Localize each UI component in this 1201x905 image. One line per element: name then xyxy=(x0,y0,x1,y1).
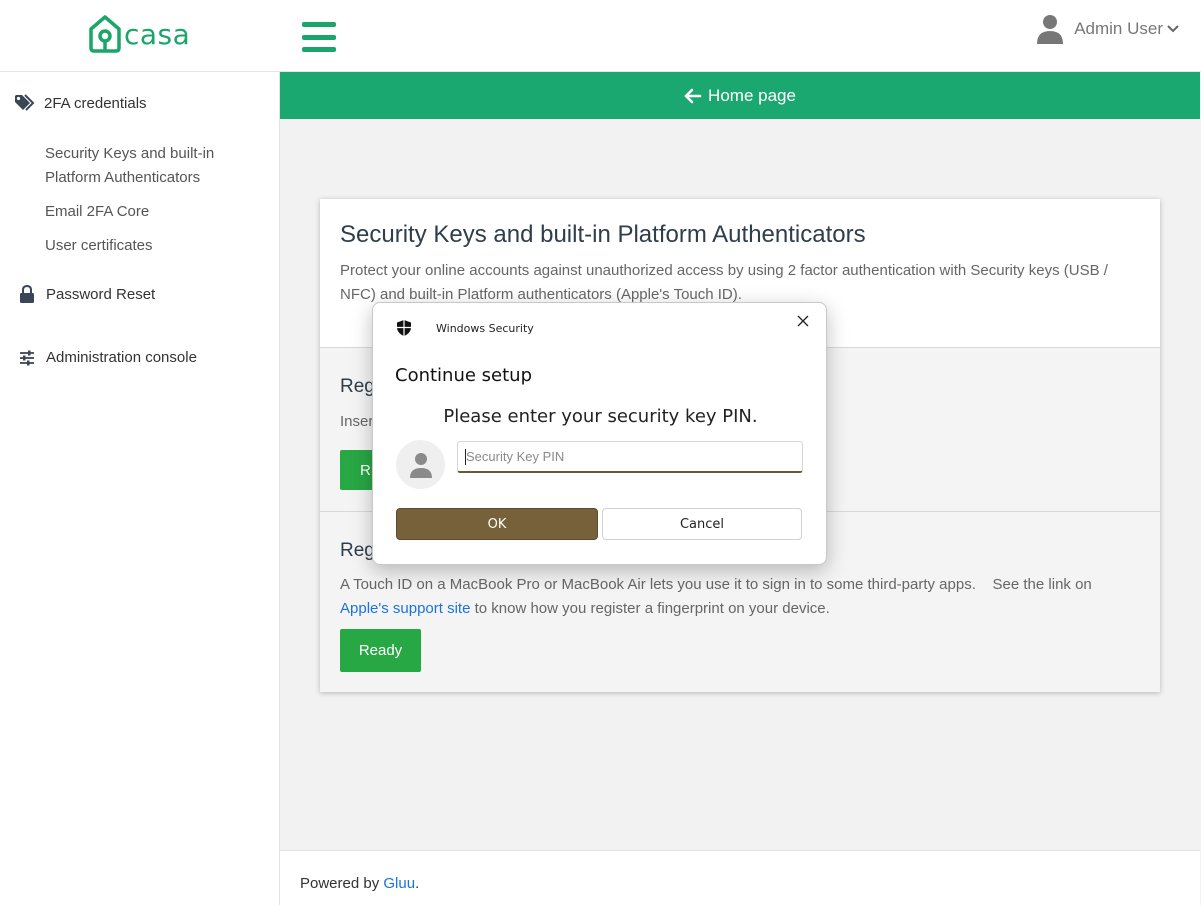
chevron-down-icon xyxy=(1167,25,1179,33)
home-page-link[interactable]: Home page xyxy=(280,72,1200,119)
dialog-app-name: Windows Security xyxy=(436,322,534,335)
touch-id-text-after: to know how you register a fingerprint o… xyxy=(470,600,830,617)
cancel-button[interactable]: Cancel xyxy=(602,508,802,540)
apple-support-link[interactable]: Apple's support site xyxy=(340,600,470,617)
menu-toggle-button[interactable] xyxy=(302,22,336,52)
ok-button[interactable]: OK xyxy=(396,508,598,540)
hamburger-line xyxy=(302,34,336,40)
casa-logo[interactable]: casa xyxy=(88,14,190,54)
house-logo-icon xyxy=(89,15,121,53)
sidebar: 2FA credentials Security Keys and built-… xyxy=(0,72,280,905)
page-description: Protect your online accounts against una… xyxy=(340,262,1108,303)
footer: Powered by Gluu. xyxy=(280,850,1200,905)
dialog-close-button[interactable] xyxy=(797,313,809,331)
tags-icon xyxy=(14,94,36,112)
avatar xyxy=(396,440,445,489)
footer-suffix: . xyxy=(415,875,420,892)
security-key-pin-input[interactable] xyxy=(457,441,803,473)
hamburger-line xyxy=(302,47,336,52)
section-text: A Touch ID on a MacBook Pro or MacBook A… xyxy=(340,573,1140,621)
close-icon xyxy=(797,315,809,327)
sidebar-section-label: Administration console xyxy=(46,349,197,366)
sidebar-item-email-2fa[interactable]: Email 2FA Core xyxy=(45,200,255,224)
sidebar-item-password-reset[interactable]: Password Reset xyxy=(16,285,155,303)
user-menu[interactable]: Admin User xyxy=(1036,14,1179,44)
user-icon xyxy=(1037,15,1064,44)
top-bar: casa Admin User xyxy=(0,0,1201,72)
page-title: Security Keys and built-in Platform Auth… xyxy=(340,221,866,248)
hamburger-line xyxy=(302,22,336,27)
section-title: Reg xyxy=(340,540,375,561)
gluu-link[interactable]: Gluu xyxy=(383,875,415,892)
home-page-label: Home page xyxy=(708,85,796,105)
sidebar-item-administration-console[interactable]: Administration console xyxy=(16,349,197,366)
sidebar-item-2fa-credentials[interactable]: 2FA credentials xyxy=(14,94,147,112)
sidebar-section-label: 2FA credentials xyxy=(44,94,147,112)
sidebar-item-security-keys[interactable]: Security Keys and built-in Platform Auth… xyxy=(45,142,255,190)
dialog-prompt: Please enter your security key PIN. xyxy=(443,406,758,427)
ready-button[interactable]: Ready xyxy=(340,629,421,672)
footer-prefix: Powered by xyxy=(300,875,384,892)
arrow-left-icon xyxy=(684,88,702,103)
sliders-icon xyxy=(16,350,38,366)
touch-id-text: A Touch ID on a MacBook Pro or MacBook A… xyxy=(340,576,1096,593)
user-avatar-icon xyxy=(409,452,432,478)
lock-icon xyxy=(16,285,38,303)
logo-text: casa xyxy=(124,17,191,51)
footer-text: Powered by Gluu. xyxy=(300,875,419,892)
section-title: Reg xyxy=(340,376,375,397)
dialog-title: Continue setup xyxy=(395,365,533,386)
user-name: Admin User xyxy=(1074,19,1163,38)
sidebar-item-user-certificates[interactable]: User certificates xyxy=(45,234,255,258)
shield-icon xyxy=(397,320,411,336)
windows-security-dialog: Windows Security Continue setup Please e… xyxy=(372,302,827,565)
sidebar-section-label: Password Reset xyxy=(46,285,156,303)
text-caret xyxy=(465,449,466,465)
